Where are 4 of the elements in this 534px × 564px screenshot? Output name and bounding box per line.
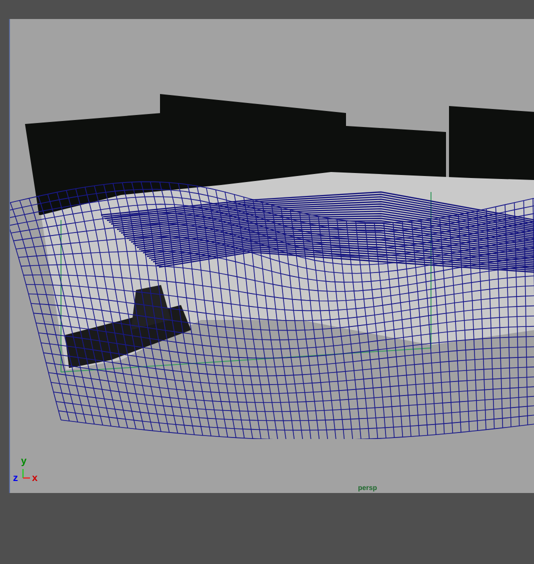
axis-label: z	[13, 474, 18, 484]
axis-gizmo-icon	[21, 469, 30, 479]
axis-label: y	[21, 457, 27, 467]
axis-label: x	[32, 474, 38, 484]
